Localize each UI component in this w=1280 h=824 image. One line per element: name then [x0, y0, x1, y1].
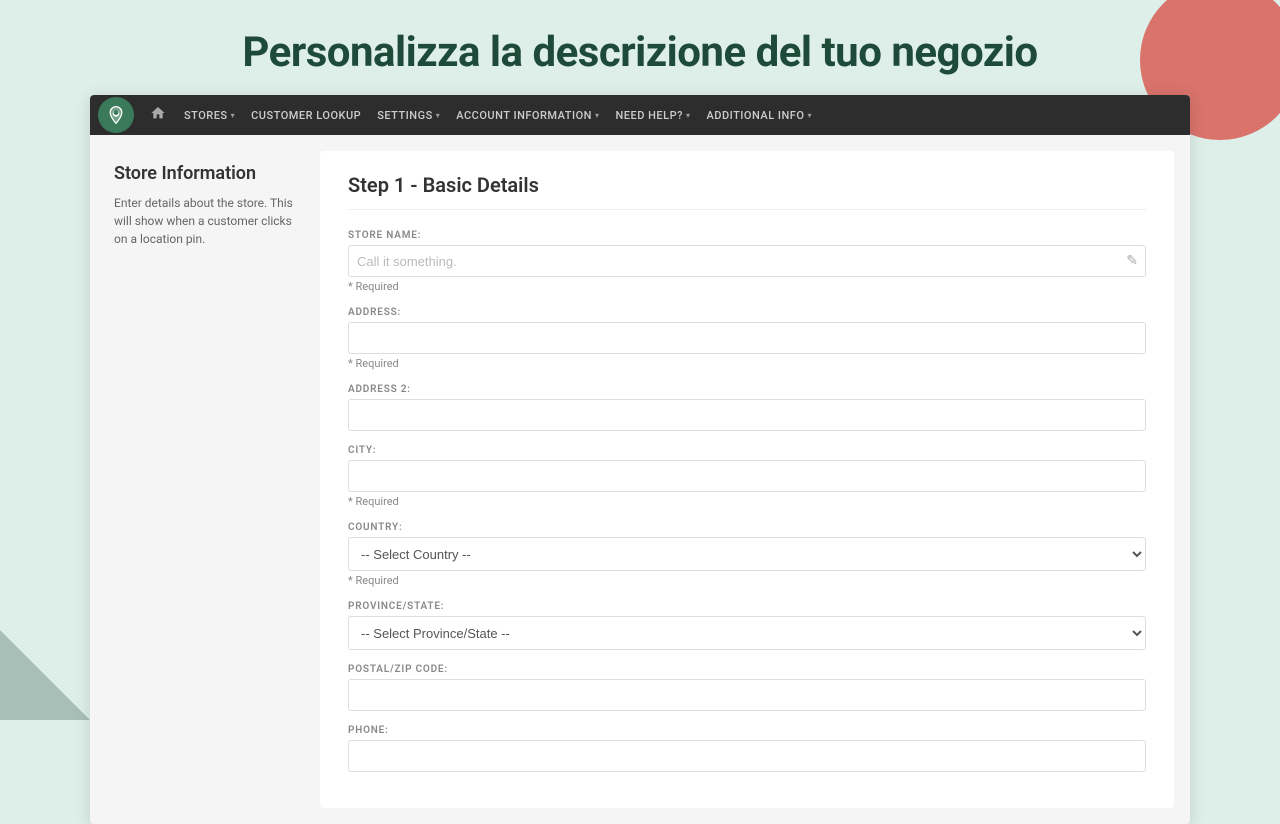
- additional-chevron-icon: ▾: [807, 111, 812, 120]
- browser-window: STORES ▾ CUSTOMER LOOKUP SETTINGS ▾ ACCO…: [90, 95, 1190, 824]
- step-title: Step 1 - Basic Details: [348, 173, 1146, 210]
- postal-zip-input[interactable]: [348, 679, 1146, 711]
- city-required: * Required: [348, 495, 1146, 508]
- sidebar: Store Information Enter details about th…: [90, 135, 320, 824]
- address-label: ADDRESS:: [348, 307, 1146, 318]
- store-name-label: STORE NAME:: [348, 230, 1146, 241]
- address-input[interactable]: [348, 322, 1146, 354]
- address2-group: ADDRESS 2:: [348, 384, 1146, 431]
- navbar: STORES ▾ CUSTOMER LOOKUP SETTINGS ▾ ACCO…: [90, 95, 1190, 135]
- province-state-group: PROVINCE/STATE: -- Select Province/State…: [348, 601, 1146, 650]
- store-name-required: * Required: [348, 280, 1146, 293]
- navbar-account-information[interactable]: ACCOUNT INFORMATION ▾: [448, 95, 607, 135]
- postal-zip-label: POSTAL/ZIP CODE:: [348, 664, 1146, 675]
- country-label: COUNTRY:: [348, 522, 1146, 533]
- help-chevron-icon: ▾: [686, 111, 691, 120]
- address-required: * Required: [348, 357, 1146, 370]
- address2-input[interactable]: [348, 399, 1146, 431]
- navbar-additional-info[interactable]: ADDITIONAL INFO ▾: [698, 95, 819, 135]
- country-select[interactable]: -- Select Country --: [348, 537, 1146, 571]
- store-name-wrapper: ✎: [348, 245, 1146, 277]
- store-name-group: STORE NAME: ✎ * Required: [348, 230, 1146, 293]
- form-panel: Step 1 - Basic Details STORE NAME: ✎ * R…: [320, 151, 1174, 808]
- settings-chevron-icon: ▾: [436, 111, 441, 120]
- store-name-icon: ✎: [1126, 253, 1138, 269]
- page-title-container: Personalizza la descrizione del tuo nego…: [0, 0, 1280, 95]
- phone-input[interactable]: [348, 740, 1146, 772]
- navbar-logo: [98, 97, 134, 133]
- sidebar-description: Enter details about the store. This will…: [114, 194, 296, 248]
- phone-group: PHONE:: [348, 725, 1146, 772]
- country-group: COUNTRY: -- Select Country -- * Required: [348, 522, 1146, 587]
- sidebar-title: Store Information: [114, 163, 296, 184]
- navbar-home-button[interactable]: [140, 105, 176, 125]
- postal-zip-group: POSTAL/ZIP CODE:: [348, 664, 1146, 711]
- city-label: CITY:: [348, 445, 1146, 456]
- store-name-input[interactable]: [348, 245, 1146, 277]
- province-state-label: PROVINCE/STATE:: [348, 601, 1146, 612]
- navbar-need-help[interactable]: NEED HELP? ▾: [607, 95, 698, 135]
- navbar-customer-lookup[interactable]: CUSTOMER LOOKUP: [243, 95, 369, 135]
- city-input[interactable]: [348, 460, 1146, 492]
- country-required: * Required: [348, 574, 1146, 587]
- province-state-select[interactable]: -- Select Province/State --: [348, 616, 1146, 650]
- page-title: Personalizza la descrizione del tuo nego…: [0, 28, 1280, 77]
- navbar-stores[interactable]: STORES ▾: [176, 95, 243, 135]
- phone-label: PHONE:: [348, 725, 1146, 736]
- stores-chevron-icon: ▾: [231, 111, 236, 120]
- account-chevron-icon: ▾: [595, 111, 600, 120]
- city-group: CITY: * Required: [348, 445, 1146, 508]
- deco-triangle-bottom-left: [0, 630, 90, 720]
- address-group: ADDRESS: * Required: [348, 307, 1146, 370]
- navbar-settings[interactable]: SETTINGS ▾: [369, 95, 448, 135]
- address2-label: ADDRESS 2:: [348, 384, 1146, 395]
- content-area: Store Information Enter details about th…: [90, 135, 1190, 824]
